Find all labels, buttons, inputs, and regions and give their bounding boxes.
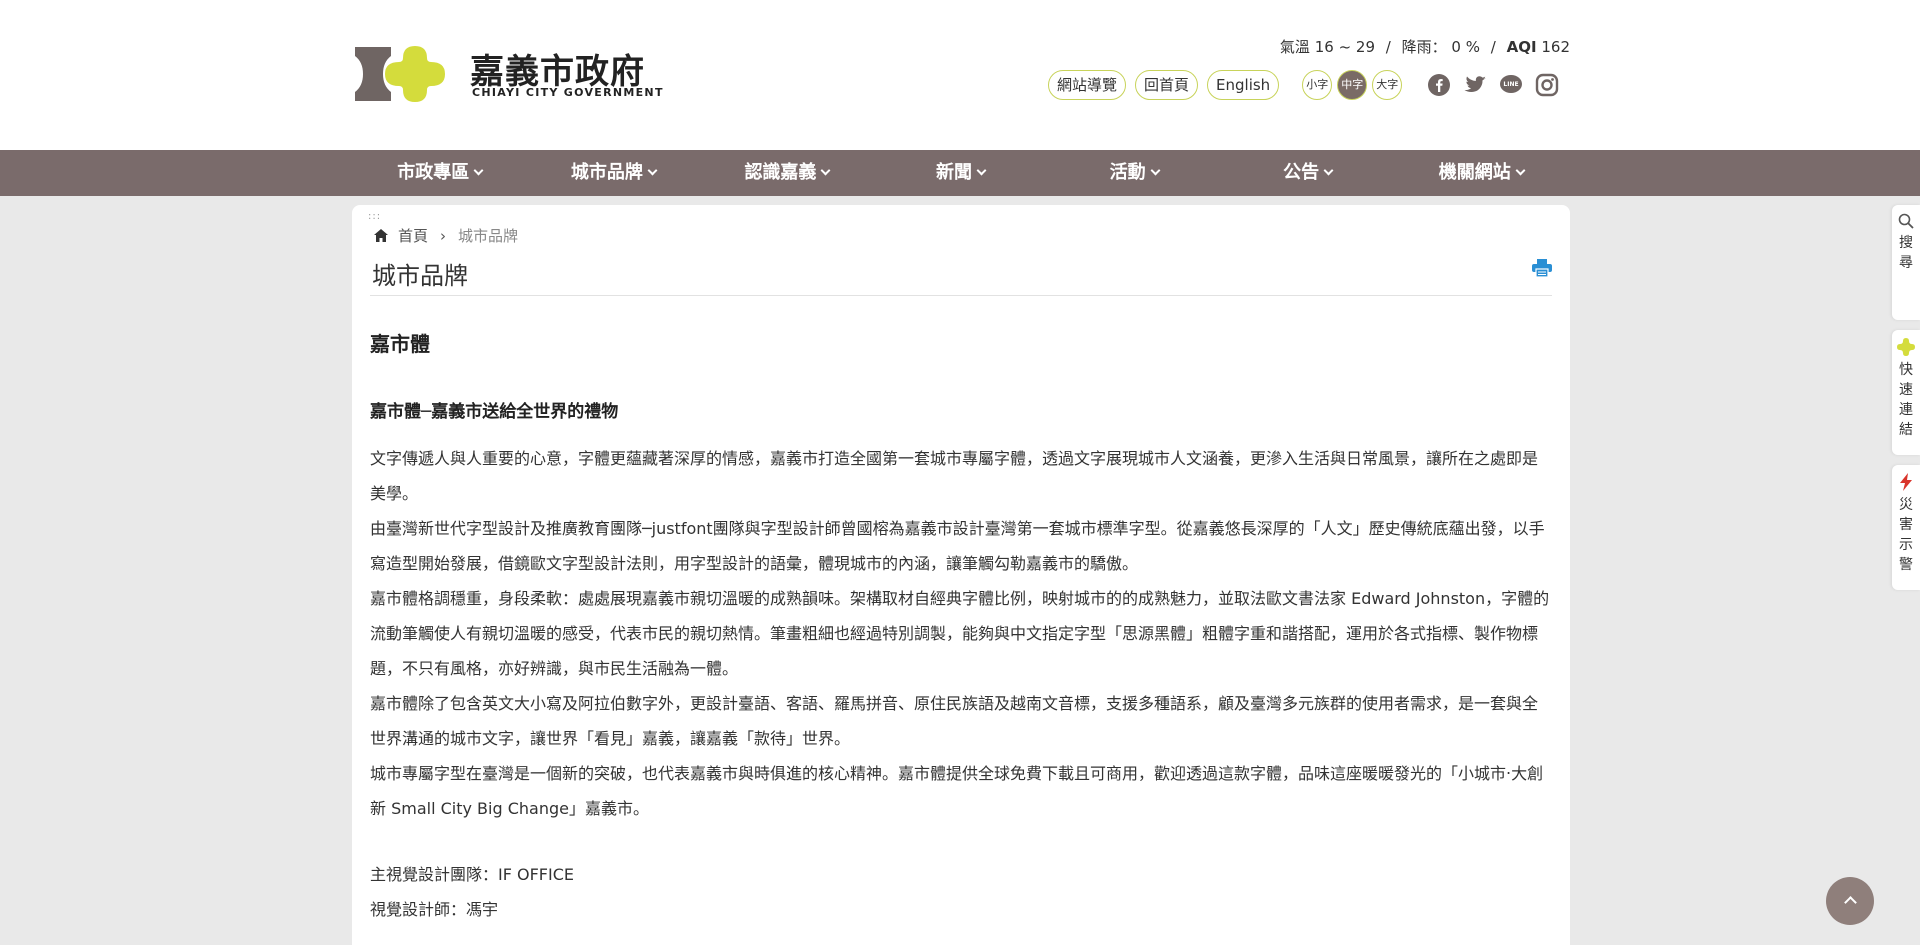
- side-tab-label: 災: [1899, 497, 1913, 513]
- logo-text-english: CHIAYI CITY GOVERNMENT: [472, 86, 664, 99]
- nav-item-label: 城市品牌: [570, 162, 643, 183]
- side-tab-label: 結: [1899, 422, 1913, 438]
- side-tab-label: 連: [1899, 402, 1913, 418]
- page-title: 城市品牌: [372, 262, 468, 290]
- side-tab-label: 害: [1899, 517, 1913, 533]
- twitter-icon[interactable]: [1463, 73, 1487, 97]
- accesskey-anchor[interactable]: :::: [368, 211, 381, 222]
- side-tab-label: 示: [1899, 537, 1913, 553]
- instagram-icon[interactable]: [1535, 73, 1559, 97]
- nav-item-label: 公告: [1283, 162, 1320, 183]
- nav-item-city-affairs[interactable]: 市政專區: [353, 150, 527, 196]
- side-tab-search[interactable]: 搜 尋: [1892, 205, 1920, 320]
- content-card: ::: 首頁 › 城市品牌 城市品牌 嘉市體 嘉市體─嘉義市送給全世界的禮物 文…: [352, 205, 1570, 945]
- lightning-icon: [1900, 473, 1912, 491]
- main-nav: 市政專區 城市品牌 認識嘉義 新聞 活動 公告 機關網站: [0, 150, 1920, 196]
- breadcrumb-current: 城市品牌: [458, 227, 519, 245]
- back-to-top-button[interactable]: [1826, 877, 1874, 925]
- nav-item-about-chiayi[interactable]: 認識嘉義: [700, 150, 874, 196]
- breadcrumb-separator: ›: [440, 226, 447, 245]
- side-tab-label: 尋: [1899, 255, 1913, 271]
- nav-item-announcements[interactable]: 公告: [1221, 150, 1395, 196]
- font-size-switcher: 小字 中字 大字: [1302, 70, 1407, 100]
- weather-separator: /: [1385, 38, 1391, 56]
- logo-mark-icon: [355, 46, 445, 102]
- nav-item-label: 機關網站: [1438, 162, 1511, 183]
- chevron-down-icon: [976, 165, 987, 176]
- font-size-medium-button[interactable]: 中字: [1337, 70, 1368, 100]
- chevron-down-icon: [473, 165, 484, 176]
- article-paragraph: 由臺灣新世代字型設計及推廣教育團隊─justfont團隊與字型設計師曾國榕為嘉義…: [370, 519, 1545, 573]
- title-divider: [370, 295, 1552, 296]
- breadcrumb: 首頁 › 城市品牌: [374, 225, 518, 246]
- credit-line: 視覺設計師：馮宇: [370, 900, 499, 919]
- svg-text:LINE: LINE: [1504, 81, 1519, 88]
- side-tab-quick-links[interactable]: 快 速 連 結: [1892, 330, 1920, 455]
- home-link[interactable]: 回首頁: [1135, 70, 1199, 100]
- weather-info: 氣溫 16 ~ 29 / 降雨： 0 % / AQI 162: [1280, 36, 1570, 57]
- weather-separator: /: [1490, 38, 1496, 56]
- breadcrumb-home-link[interactable]: 首頁: [398, 225, 428, 246]
- print-icon[interactable]: [1532, 259, 1552, 281]
- home-icon: [374, 229, 388, 242]
- quick-links-icon: [1897, 338, 1915, 356]
- nav-item-events[interactable]: 活動: [1047, 150, 1221, 196]
- search-icon: [1898, 213, 1914, 229]
- temp-value: 16 ~ 29: [1314, 38, 1375, 56]
- site-header: 嘉義市政府 CHIAYI CITY GOVERNMENT 氣溫 16 ~ 29 …: [0, 0, 1920, 150]
- article-paragraph: 文字傳遞人與人重要的心意，字體更蘊藏著深厚的情感，嘉義市打造全國第一套城市專屬字…: [370, 449, 1539, 503]
- nav-item-city-brand[interactable]: 城市品牌: [527, 150, 701, 196]
- chevron-down-icon: [820, 165, 831, 176]
- top-links: 網站導覽 回首頁 English 小字 中字 大字 LINE: [1048, 69, 1571, 101]
- nav-item-news[interactable]: 新聞: [874, 150, 1048, 196]
- article-paragraph: 城市專屬字型在臺灣是一個新的突破，也代表嘉義市與時俱進的核心精神。嘉市體提供全球…: [370, 764, 1544, 818]
- chevron-down-icon: [647, 165, 658, 176]
- main-nav-items: 市政專區 城市品牌 認識嘉義 新聞 活動 公告 機關網站: [353, 150, 1568, 196]
- sitemap-link[interactable]: 網站導覽: [1048, 70, 1127, 100]
- nav-item-label: 新聞: [936, 162, 973, 183]
- chevron-down-icon: [1515, 165, 1526, 176]
- article-body: 文字傳遞人與人重要的心意，字體更蘊藏著深厚的情感，嘉義市打造全國第一套城市專屬字…: [370, 441, 1552, 826]
- social-links: LINE: [1427, 73, 1571, 97]
- temp-label: 氣溫: [1279, 38, 1310, 56]
- chevron-down-icon: [1150, 165, 1161, 176]
- rain-label: 降雨：: [1401, 38, 1447, 56]
- article-paragraph: 嘉市體格調穩重，身段柔軟：處處展現嘉義市親切溫暖的成熟韻味。架構取材自經典字體比…: [370, 589, 1550, 678]
- font-size-small-button[interactable]: 小字: [1302, 70, 1333, 100]
- nav-item-agency-sites[interactable]: 機關網站: [1394, 150, 1568, 196]
- aqi-value: 162: [1541, 38, 1570, 56]
- article-paragraph: 嘉市體除了包含英文大小寫及阿拉伯數字外，更設計臺語、客語、羅馬拼音、原住民族語及…: [370, 694, 1539, 748]
- side-tab-disaster-alert[interactable]: 災 害 示 警: [1892, 465, 1920, 590]
- article-credits: 主視覺設計團隊：IF OFFICE 視覺設計師：馮宇: [370, 857, 574, 927]
- site-logo[interactable]: 嘉義市政府 CHIAYI CITY GOVERNMENT: [353, 44, 662, 104]
- line-icon[interactable]: LINE: [1499, 73, 1523, 97]
- rain-value: 0 %: [1451, 38, 1480, 56]
- side-tab-label: 快: [1899, 362, 1913, 378]
- nav-item-label: 認識嘉義: [744, 162, 817, 183]
- side-tab-label: 搜: [1899, 235, 1913, 251]
- english-link[interactable]: English: [1207, 70, 1280, 100]
- nav-item-label: 活動: [1109, 162, 1146, 183]
- article-subheading: 嘉市體─嘉義市送給全世界的禮物: [370, 402, 619, 422]
- credit-line: 主視覺設計團隊：IF OFFICE: [370, 865, 575, 884]
- side-tab-label: 速: [1899, 382, 1913, 398]
- font-size-large-button[interactable]: 大字: [1372, 70, 1403, 100]
- aqi-label: AQI: [1506, 38, 1537, 56]
- article-heading: 嘉市體: [370, 332, 430, 356]
- facebook-icon[interactable]: [1427, 73, 1451, 97]
- side-tab-label: 警: [1899, 557, 1913, 573]
- chevron-down-icon: [1323, 165, 1334, 176]
- nav-item-label: 市政專區: [397, 162, 470, 183]
